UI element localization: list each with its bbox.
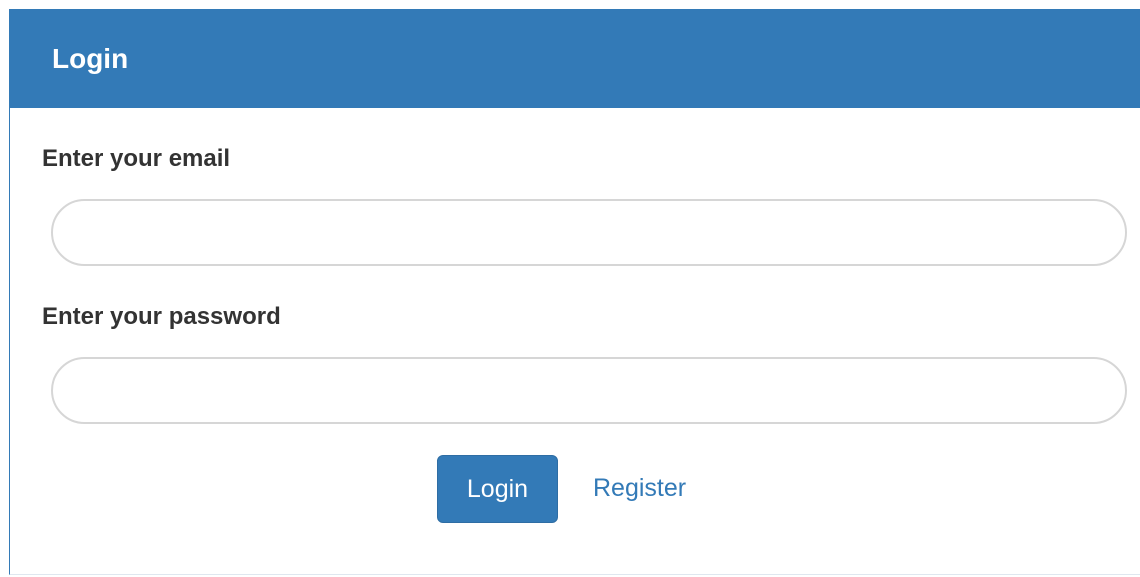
password-label: Enter your password bbox=[42, 303, 281, 330]
login-panel: Login Enter your email Enter your passwo… bbox=[9, 9, 1140, 575]
email-field[interactable] bbox=[51, 199, 1127, 266]
panel-title: Login bbox=[52, 43, 129, 74]
register-link[interactable]: Register bbox=[593, 472, 686, 504]
panel-heading: Login bbox=[10, 10, 1140, 108]
email-label: Enter your email bbox=[42, 145, 231, 172]
login-button[interactable]: Login bbox=[437, 455, 558, 523]
password-field[interactable] bbox=[51, 357, 1127, 424]
